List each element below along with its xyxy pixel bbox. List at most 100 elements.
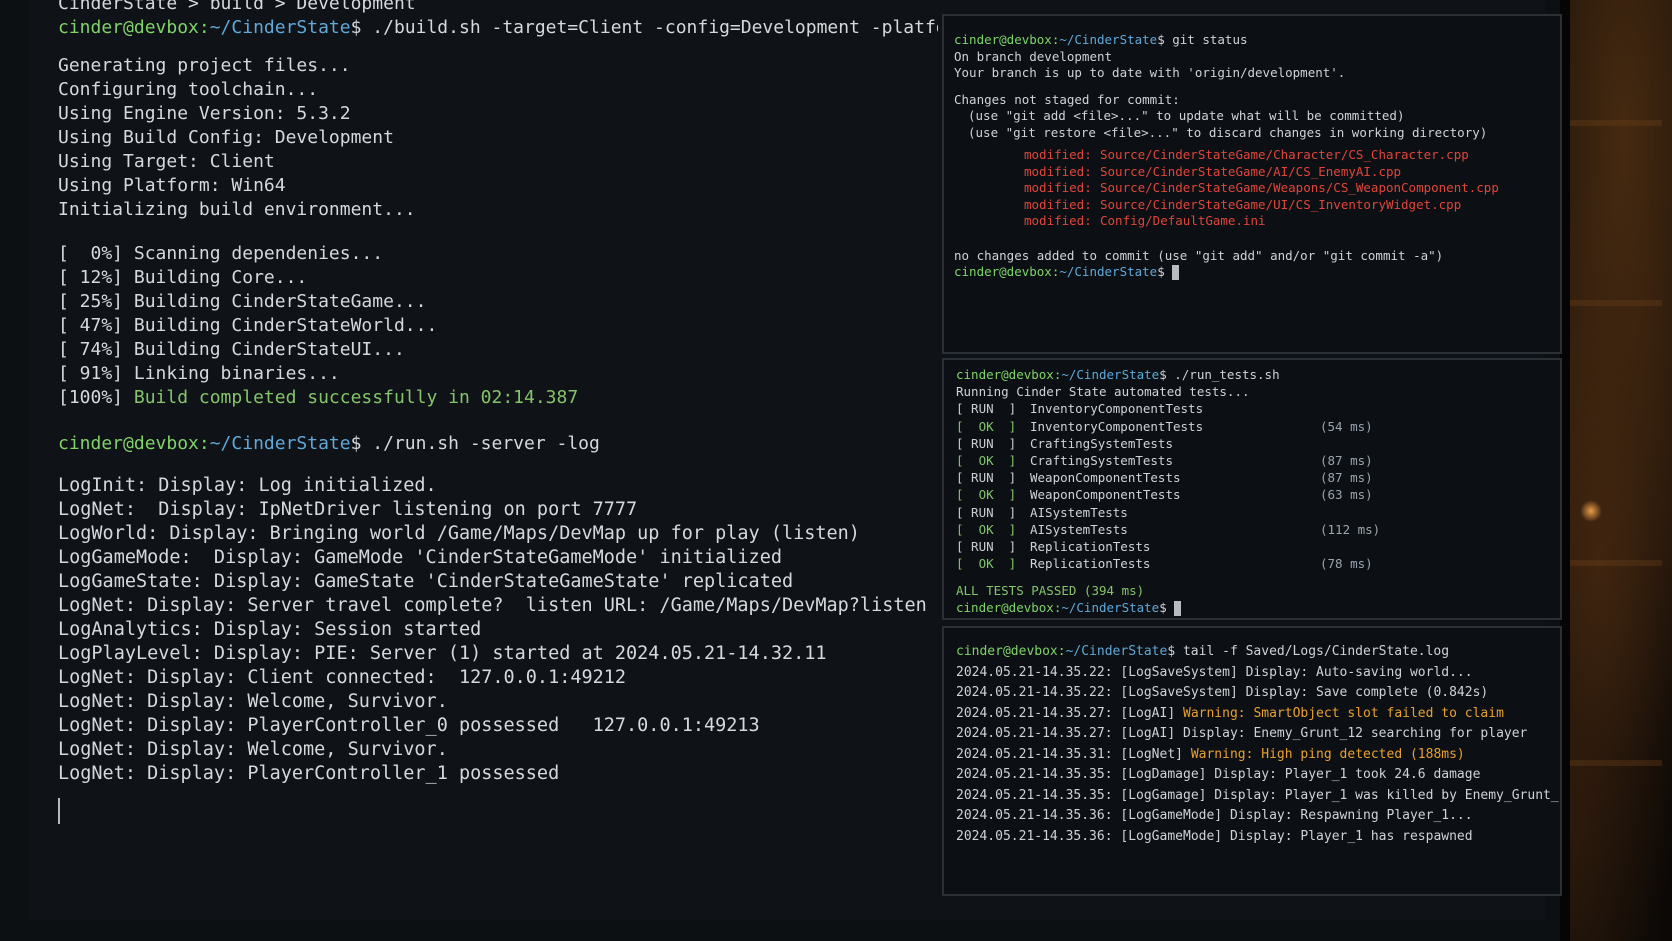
test-name: InventoryComponentTests xyxy=(1030,401,1204,417)
changes-header: Changes not staged for commit: xyxy=(954,91,1180,107)
test-name: ReplicationTests xyxy=(1030,538,1151,554)
tail-log-line: 2024.05.21-14.35.35: [LogDamage] Display… xyxy=(956,765,1548,786)
modified-label: modified: xyxy=(1024,213,1092,228)
log-line: LogNet: Display: Welcome, Survivor. xyxy=(58,691,448,712)
log-category: [LogSaveSystem] xyxy=(1120,664,1238,680)
modified-label: modified: xyxy=(1024,163,1092,179)
test-name: AISystemTests xyxy=(1030,521,1128,537)
modified-row: modified: Source/CinderStateGame/AI/CS_En… xyxy=(954,164,1550,181)
test-duration: (87 ms) xyxy=(1320,452,1373,468)
modified-file: Config/DefaultGame.ini xyxy=(1100,213,1266,228)
run-prompt: cinder@devbox:~/CinderState$ ./run.sh -s… xyxy=(58,432,938,456)
log-timestamp: 2024.05.21-14.35.35: xyxy=(956,767,1113,782)
prompt-path: ~/CinderState xyxy=(1065,644,1168,659)
tail-log-line: 2024.05.21-14.35.36: [LogGameMode] Displ… xyxy=(956,827,1548,848)
log-tail-pane[interactable]: cinder@devbox:~/CinderState$ tail -f Sav… xyxy=(942,626,1562,896)
progress-prefix: [100%] xyxy=(58,387,134,408)
prompt-symbol: $ xyxy=(1159,600,1175,616)
test-status-tag: [ OK ] xyxy=(956,452,1017,468)
git-prompt: cinder@devbox:~/CinderState$ git status xyxy=(954,32,1550,49)
modified-label: modified: xyxy=(1024,147,1092,162)
test-duration: (112 ms) xyxy=(1320,521,1381,537)
tests-end-prompt[interactable]: cinder@devbox:~/CinderState$ xyxy=(956,599,1548,617)
log-line: LogNet: Display: PlayerController_0 poss… xyxy=(58,715,760,736)
tail-log-line: 2024.05.21-14.35.22: [LogSaveSystem] Dis… xyxy=(956,683,1548,704)
build-success-text: Build completed successfully in 02:14.38… xyxy=(133,387,579,408)
test-row: [ RUN ] CraftingSystemTests xyxy=(956,435,1548,452)
git-command: $ git status xyxy=(1157,32,1248,47)
test-status-tag: [ OK ] xyxy=(956,487,1017,503)
build-terminal[interactable]: CinderState > build > Development cinder… xyxy=(58,0,938,920)
log-line: LogAnalytics: Display: Session started xyxy=(58,619,482,640)
test-name: CraftingSystemTests xyxy=(1030,452,1173,468)
log-line: LogNet: Display: Client connected: 127.0… xyxy=(58,667,627,688)
log-category: [LogAI] xyxy=(1120,726,1176,741)
tests-command: $ ./run_tests.sh xyxy=(1159,367,1280,382)
log-message: Display: Player_1 took 24.6 damage xyxy=(1214,767,1481,782)
prompt-user: cinder@devbox: xyxy=(58,17,210,38)
modified-row: modified: Source/CinderStateGame/UI/CS_In… xyxy=(954,197,1550,214)
test-duration: (78 ms) xyxy=(1320,556,1373,572)
test-duration: (54 ms) xyxy=(1320,418,1373,434)
input-line[interactable] xyxy=(58,798,938,831)
modified-file: Source/CinderStateGame/Weapons/CS_Weapon… xyxy=(1100,180,1499,195)
log-timestamp: 2024.05.21-14.35.36: xyxy=(956,828,1113,844)
test-row: [ RUN ] AISystemTests xyxy=(956,504,1548,521)
test-status-tag: [ OK ] xyxy=(956,521,1017,537)
test-row: [ OK ] CraftingSystemTests (87 ms) xyxy=(956,452,1548,469)
prompt-user: cinder@devbox: xyxy=(954,32,1060,47)
log-category: [LogDamage] xyxy=(1120,767,1207,782)
log-category: [LogGamage] xyxy=(1120,787,1207,803)
prompt-path: ~/CinderState xyxy=(209,433,351,454)
prompt-user: cinder@devbox: xyxy=(954,264,1060,279)
log-line: LogNet: Display: Welcome, Survivor. xyxy=(58,739,448,760)
progress-output: [ 0%] Scanning dependenies... [ 12%] Bui… xyxy=(58,242,938,410)
log-category: [LogNet] xyxy=(1120,746,1183,762)
test-duration: (87 ms) xyxy=(1320,470,1373,486)
log-timestamp: 2024.05.21-14.35.31: xyxy=(956,746,1113,762)
git-hint: (use "git add <file>..." to update what … xyxy=(968,108,1405,123)
log-line: LogGameMode: Display: GameMode 'CinderSt… xyxy=(58,547,782,568)
modified-files: modified: Source/CinderStateGame/Characte… xyxy=(954,147,1550,230)
test-status-tag: [ OK ] xyxy=(956,418,1017,434)
breadcrumb: CinderState > build > Development xyxy=(58,0,416,14)
log-message: Display: Auto-saving world... xyxy=(1245,664,1473,680)
git-status-pane[interactable]: cinder@devbox:~/CinderState$ git status … xyxy=(942,14,1562,354)
log-category: [LogGameMode] xyxy=(1120,828,1223,844)
prompt-path: ~/CinderState xyxy=(209,17,351,38)
tests-pane[interactable]: cinder@devbox:~/CinderState$ ./run_tests… xyxy=(942,358,1562,620)
log-timestamp: 2024.05.21-14.35.22: xyxy=(956,664,1113,680)
tail-log-line: 2024.05.21-14.35.22: [LogSaveSystem] Dis… xyxy=(956,663,1548,684)
log-message: Warning: SmartObject slot failed to clai… xyxy=(1183,705,1504,721)
modified-label: modified: xyxy=(1024,180,1092,195)
text-cursor xyxy=(1174,601,1182,617)
test-row: [ OK ] ReplicationTests (78 ms) xyxy=(956,555,1548,572)
log-timestamp: 2024.05.21-14.35.35: xyxy=(956,787,1113,803)
log-category: [LogAI] xyxy=(1120,705,1176,721)
log-line: LogNet: Display: IpNetDriver listening o… xyxy=(58,499,638,520)
screen: CinderState > build > Development cinder… xyxy=(30,0,1562,920)
prompt-user: cinder@devbox: xyxy=(956,644,1066,659)
output-line: Using Build Config: Development xyxy=(58,127,394,148)
text-cursor xyxy=(58,798,60,824)
modified-row: modified: Config/DefaultGame.ini xyxy=(954,213,1550,230)
tail-log-lines: 2024.05.21-14.35.22: [LogSaveSystem] Dis… xyxy=(956,663,1560,848)
test-row: [ OK ] WeaponComponentTests (63 ms) xyxy=(956,486,1548,503)
tail-command: $ tail -f Saved/Logs/CinderState.log xyxy=(1167,644,1450,659)
monitor: CinderState > build > Development cinder… xyxy=(0,0,1570,941)
tests-prompt: cinder@devbox:~/CinderState$ ./run_tests… xyxy=(956,366,1548,383)
log-timestamp: 2024.05.21-14.35.27: xyxy=(956,726,1113,741)
text-cursor xyxy=(1172,265,1180,280)
git-end-prompt[interactable]: cinder@devbox:~/CinderState$ xyxy=(954,264,1550,281)
build-command: $ ./build.sh -target=Client -config=Deve… xyxy=(350,17,938,38)
test-name: CraftingSystemTests xyxy=(1030,435,1173,451)
test-name: InventoryComponentTests xyxy=(1030,418,1204,434)
test-name: WeaponComponentTests xyxy=(1030,470,1181,486)
prompt-user: cinder@devbox: xyxy=(956,367,1062,382)
test-status-tag: [ RUN ] xyxy=(956,401,1017,417)
output-line: Initializing build environment... xyxy=(58,199,416,220)
log-timestamp: 2024.05.21-14.35.22: xyxy=(956,685,1113,700)
prompt-path: ~/CinderState xyxy=(1061,367,1160,382)
prompt-path: ~/CinderState xyxy=(1059,32,1158,47)
output-line: Using Platform: Win64 xyxy=(58,175,286,196)
